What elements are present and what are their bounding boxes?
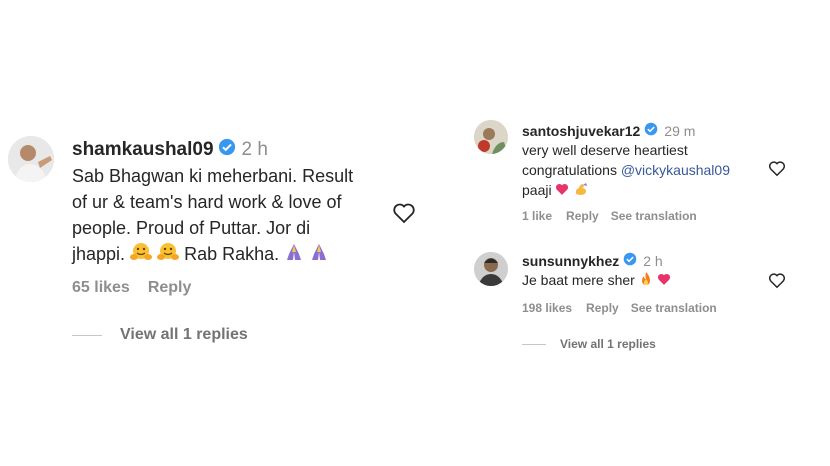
right-comments-panel: santoshjuvekar12 29 m very well deserve … xyxy=(452,110,830,354)
avatar-santoshjuvekar12[interactable] xyxy=(474,120,508,154)
view-replies-label[interactable]: View all 1 replies xyxy=(560,337,656,351)
replies-divider xyxy=(522,343,546,345)
username[interactable]: shamkaushal09 xyxy=(72,139,214,161)
comment-line: Sab Bhagwan ki meherbani. Result xyxy=(72,166,354,186)
view-replies-button[interactable]: View all 1 replies xyxy=(522,337,656,351)
comment-text: Sab Bhagwan ki meherbani. Result of ur &… xyxy=(72,163,402,269)
avatar-sunsunnykhez[interactable] xyxy=(474,252,508,286)
view-replies-button[interactable]: View all 1 replies xyxy=(72,326,248,344)
comment-header: sunsunnykhez 2 h xyxy=(522,252,663,269)
timestamp[interactable]: 2 h xyxy=(643,253,662,269)
comment-line: very well deserve heartiest xyxy=(522,142,688,158)
likes-count[interactable]: 1 like xyxy=(522,209,552,223)
comment-line-last: jhappi. Rab Rakha. xyxy=(72,241,402,269)
reply-button[interactable]: Reply xyxy=(566,209,599,223)
folded-hands-emoji xyxy=(284,242,304,269)
comment-line-text: congratulations xyxy=(522,162,621,178)
mention-link[interactable]: @vickykaushal09 xyxy=(621,162,730,178)
verified-badge-icon xyxy=(218,138,236,162)
fire-emoji xyxy=(639,271,653,292)
folded-hands-emoji xyxy=(309,242,329,269)
heart-outline-icon[interactable] xyxy=(768,272,786,294)
timestamp[interactable]: 29 m xyxy=(664,123,695,139)
username[interactable]: sunsunnykhez xyxy=(522,253,619,269)
comment-line: congratulations @vickykaushal09 xyxy=(522,160,792,180)
username[interactable]: santoshjuvekar12 xyxy=(522,123,640,139)
comment-line-text: Je baat mere sher xyxy=(522,272,635,288)
heart-outline-icon[interactable] xyxy=(768,160,786,182)
flexed-biceps-emoji xyxy=(573,181,589,202)
comment-line: of ur & team's hard work & love of xyxy=(72,192,342,212)
reply-button[interactable]: Reply xyxy=(148,279,192,297)
comment-meta: 1 like Reply See translation xyxy=(522,209,697,223)
avatar-shamkaushal09[interactable] xyxy=(8,136,54,182)
timestamp[interactable]: 2 h xyxy=(242,139,268,161)
comment-text: Je baat mere sher xyxy=(522,270,792,292)
panel-separator xyxy=(440,110,452,354)
reply-button[interactable]: Reply xyxy=(586,301,619,315)
replies-divider xyxy=(72,334,102,336)
comment-meta: 65 likes Reply xyxy=(72,279,191,297)
hugging-face-emoji xyxy=(130,242,153,269)
heart-outline-icon[interactable] xyxy=(392,202,416,229)
verified-badge-icon xyxy=(644,122,658,139)
comment-line: paaji xyxy=(522,180,792,202)
heart-emoji xyxy=(657,271,671,291)
likes-count[interactable]: 65 likes xyxy=(72,279,130,297)
comment-line-text: paaji xyxy=(522,182,552,198)
comment-header: santoshjuvekar12 29 m xyxy=(522,122,695,139)
see-translation-button[interactable]: See translation xyxy=(631,301,717,315)
view-replies-label[interactable]: View all 1 replies xyxy=(120,326,248,344)
hugging-face-emoji xyxy=(157,242,180,269)
comment-meta: 198 likes Reply See translation xyxy=(522,301,717,315)
likes-count[interactable]: 198 likes xyxy=(522,301,572,315)
comment-tail-text: Rab Rakha. xyxy=(184,244,280,264)
verified-badge-icon xyxy=(623,252,637,269)
comment-header: shamkaushal09 2 h xyxy=(72,138,268,162)
heart-emoji xyxy=(555,181,569,201)
see-translation-button[interactable]: See translation xyxy=(611,209,697,223)
comment-line: people. Proud of Puttar. Jor di xyxy=(72,218,311,238)
left-comment-panel: shamkaushal09 2 h Sab Bhagwan ki meherba… xyxy=(0,110,440,354)
comment-text: very well deserve heartiest congratulati… xyxy=(522,140,792,202)
comment-line-text: jhappi. xyxy=(72,244,126,264)
